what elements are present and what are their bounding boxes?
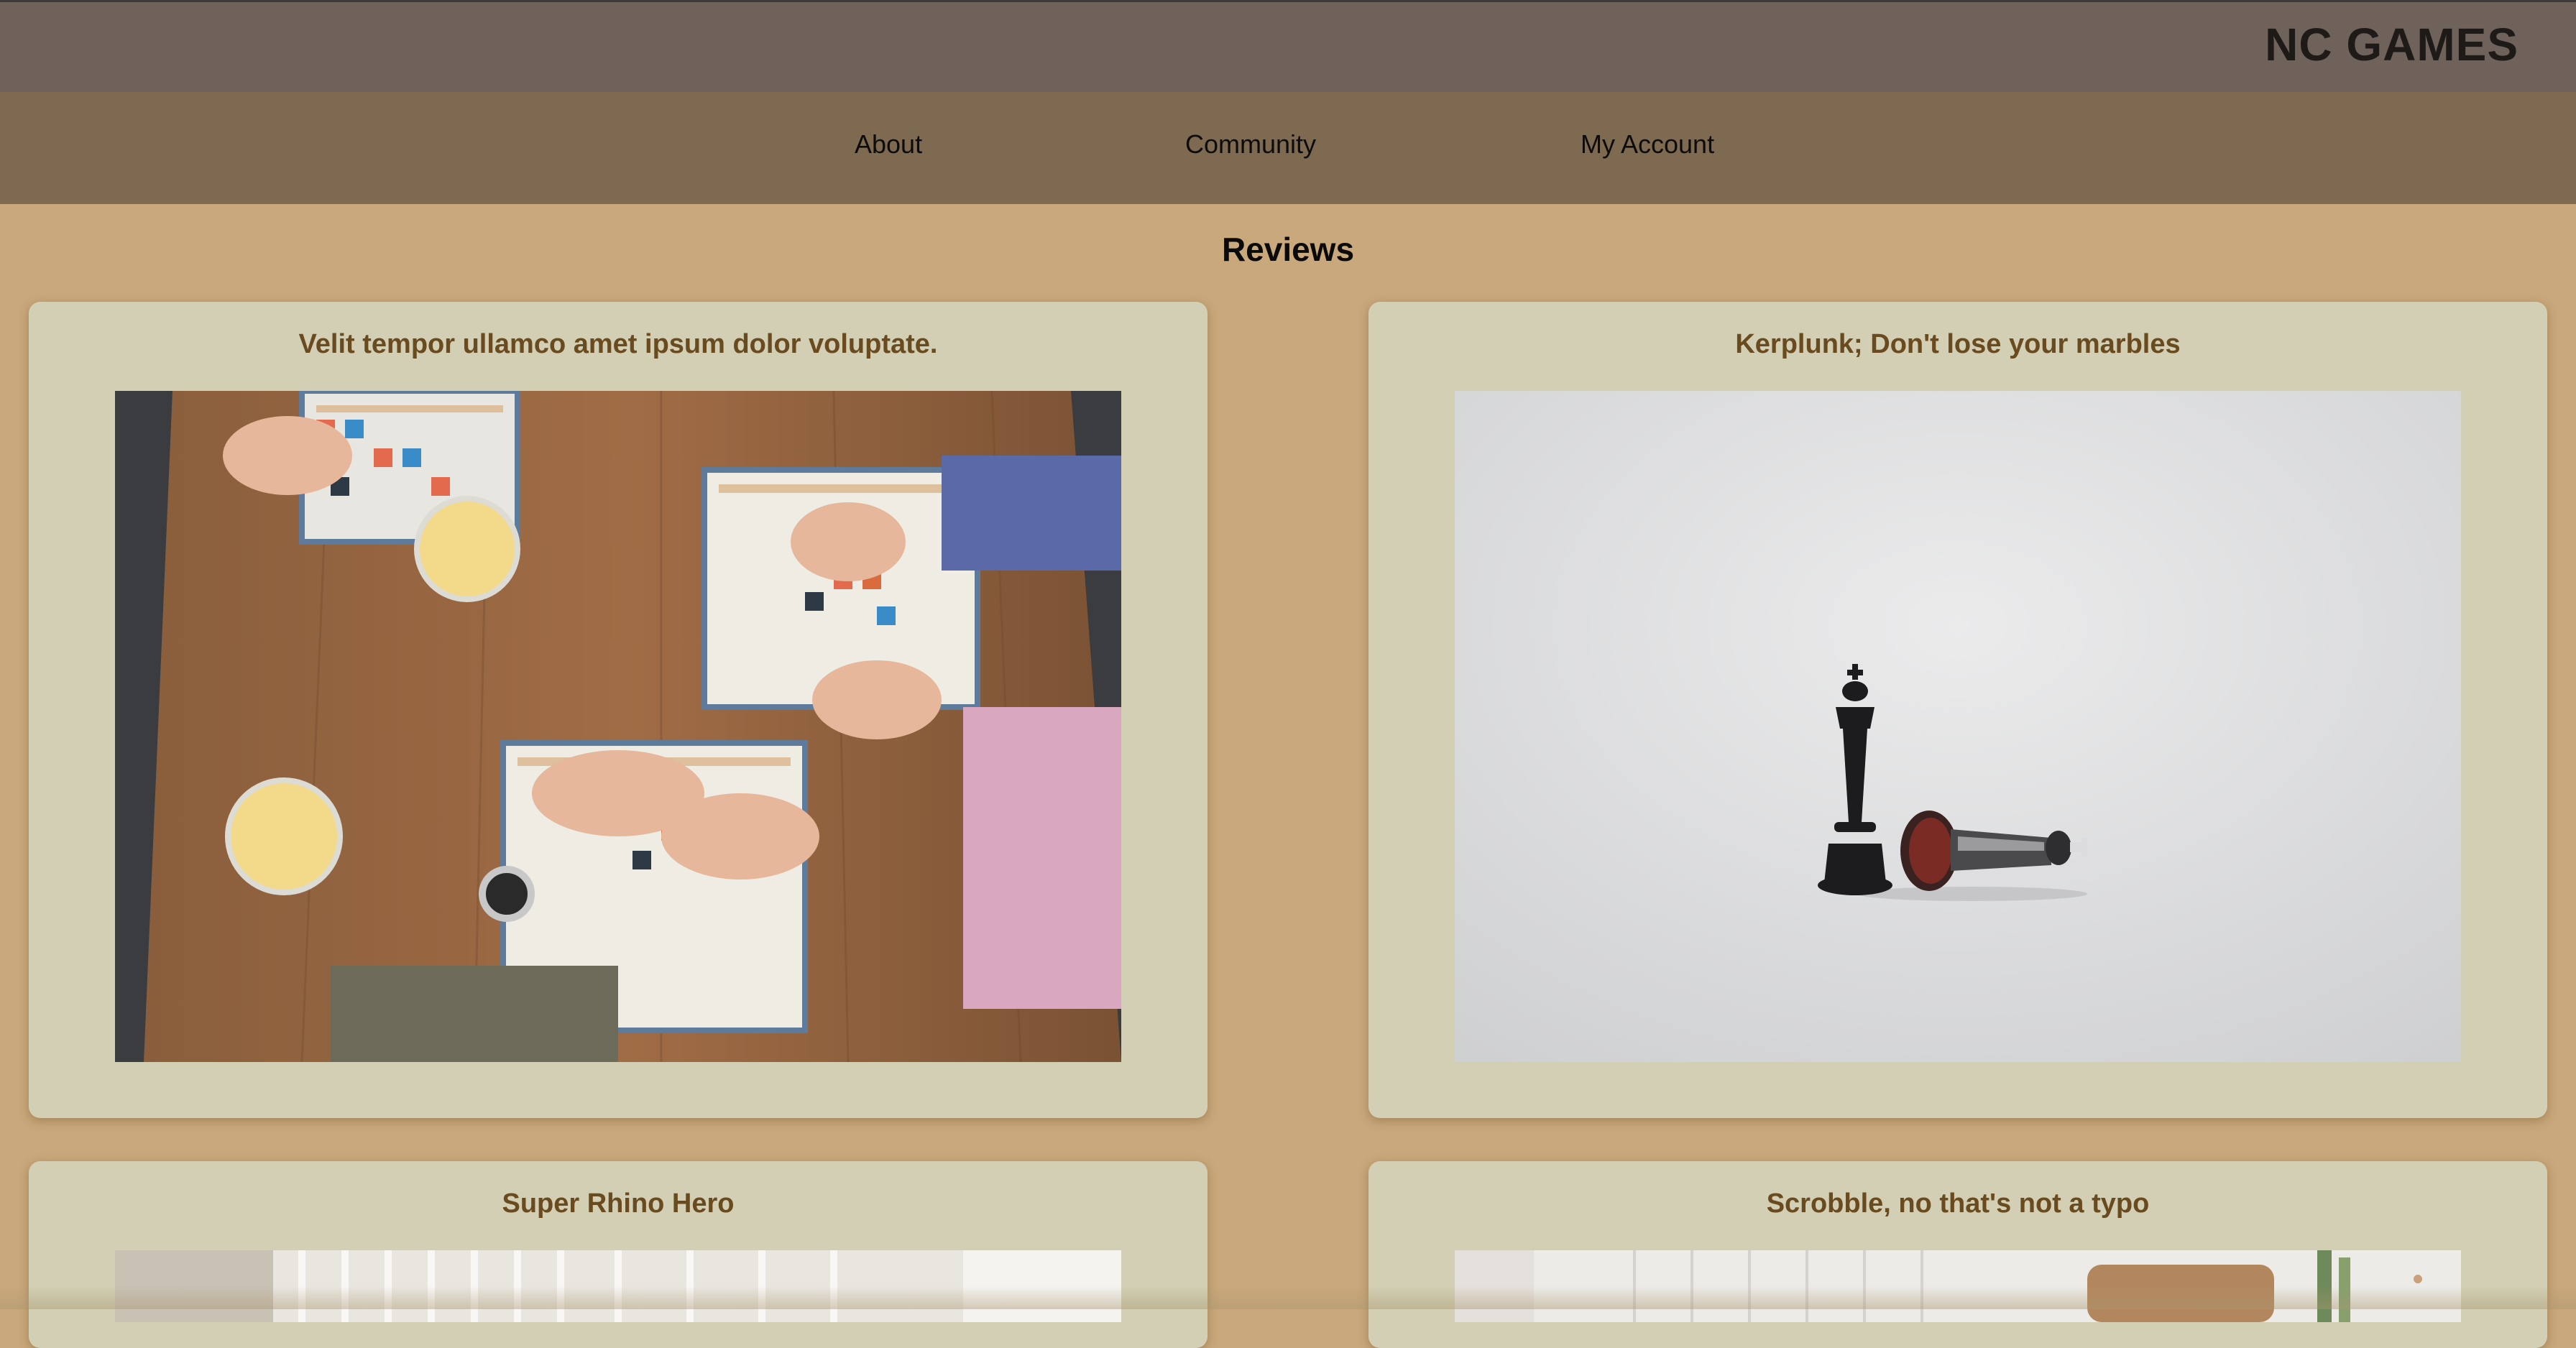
site-brand[interactable]: NC GAMES bbox=[2265, 18, 2518, 71]
page-title: Reviews bbox=[1221, 231, 1355, 268]
review-title[interactable]: Velit tempor ullamco amet ipsum dolor vo… bbox=[29, 329, 1208, 360]
board-game-players-photo[interactable] bbox=[115, 391, 1121, 1062]
review-card[interactable]: Velit tempor ullamco amet ipsum dolor vo… bbox=[29, 302, 1208, 1118]
nav-link-community[interactable]: Community bbox=[1185, 129, 1316, 160]
review-title[interactable]: Super Rhino Hero bbox=[29, 1188, 1208, 1219]
main-nav: About Community My Account bbox=[0, 92, 2576, 204]
bottom-fade bbox=[0, 1286, 2576, 1309]
chess-kings-photo[interactable] bbox=[1455, 391, 2461, 1062]
nav-link-about[interactable]: About bbox=[855, 129, 922, 160]
nav-link-my-account[interactable]: My Account bbox=[1581, 129, 1714, 160]
review-title[interactable]: Kerplunk; Don't lose your marbles bbox=[1368, 329, 2547, 360]
review-title[interactable]: Scrobble, no that's not a typo bbox=[1368, 1188, 2547, 1219]
review-card[interactable]: Super Rhino Hero bbox=[29, 1161, 1208, 1348]
top-bar: NC GAMES bbox=[0, 0, 2576, 92]
review-card[interactable]: Scrobble, no that's not a typo bbox=[1368, 1161, 2547, 1348]
review-card[interactable]: Kerplunk; Don't lose your marbles bbox=[1368, 302, 2547, 1118]
